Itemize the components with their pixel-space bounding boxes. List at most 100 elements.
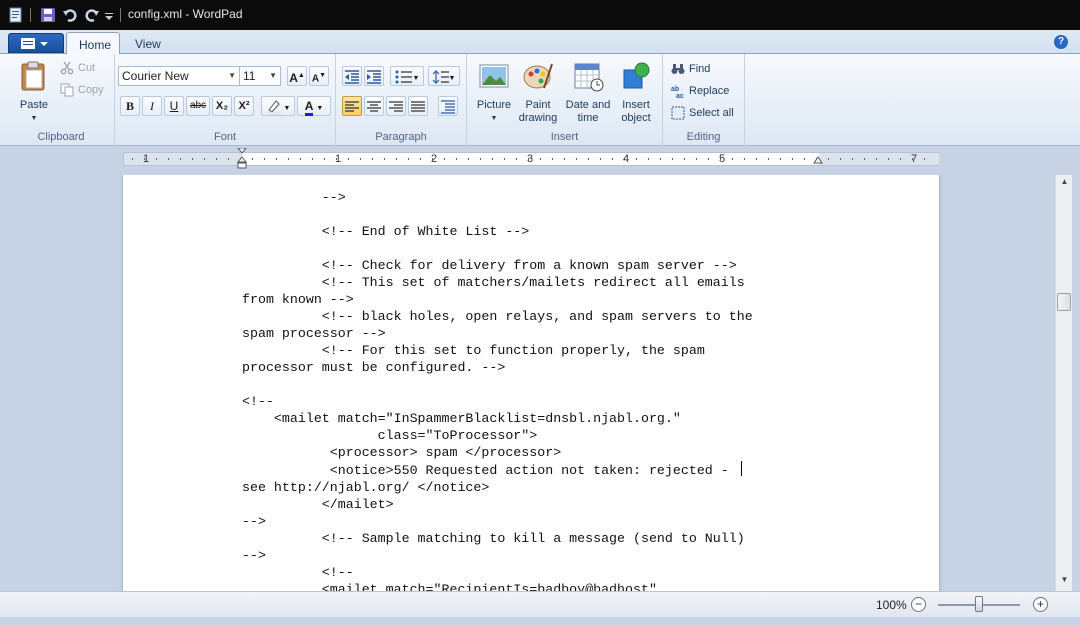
- scroll-thumb[interactable]: [1057, 293, 1071, 311]
- ruler-tick: [804, 158, 805, 160]
- document-line[interactable]: <processor> spam </processor>: [242, 444, 753, 461]
- bullets-button[interactable]: ▼: [390, 66, 424, 86]
- document-line[interactable]: from known -->: [242, 291, 753, 308]
- align-left-button[interactable]: [342, 96, 362, 116]
- scroll-up-arrow[interactable]: ▲: [1056, 177, 1073, 191]
- scroll-down-arrow[interactable]: ▼: [1056, 575, 1073, 589]
- window-bottom-edge: [0, 617, 1080, 625]
- document-line[interactable]: -->: [242, 513, 753, 530]
- wordpad-app-icon[interactable]: [8, 7, 24, 23]
- font-size-select[interactable]: 11 ▼: [239, 66, 281, 86]
- document-line[interactable]: <!-- Sample matching to kill a message (…: [242, 530, 753, 547]
- increase-indent-button[interactable]: [364, 66, 384, 86]
- document-line[interactable]: <!-- For this set to function properly, …: [242, 342, 753, 359]
- line-spacing-button[interactable]: ▼: [428, 66, 460, 86]
- paint-label-line2: drawing: [518, 112, 558, 124]
- zoom-slider-thumb[interactable]: [975, 596, 983, 612]
- document-line[interactable]: see http://njabl.org/ </notice>: [242, 479, 753, 496]
- document-page[interactable]: --> <!-- End of White List --> <!-- Chec…: [123, 175, 939, 591]
- redo-icon[interactable]: [84, 7, 100, 23]
- calendar-clock-icon: [574, 63, 604, 92]
- italic-button[interactable]: I: [142, 96, 162, 116]
- document-line[interactable]: </mailet>: [242, 496, 753, 513]
- paragraph-group: ▼ ▼ Paragraph: [336, 54, 467, 146]
- document-line[interactable]: <!-- Check for delivery from a known spa…: [242, 257, 753, 274]
- ruler-tick: [876, 158, 877, 160]
- paragraph-dialog-button[interactable]: [438, 96, 458, 116]
- document-line[interactable]: [242, 240, 753, 257]
- ruler-tick: [204, 158, 205, 160]
- paint-drawing-button[interactable]: Paint drawing: [517, 60, 559, 125]
- document-line[interactable]: processor must be configured. -->: [242, 359, 753, 376]
- ruler-tick: [708, 158, 709, 160]
- vertical-scrollbar[interactable]: ▲ ▼: [1055, 175, 1072, 591]
- qat-separator: [120, 8, 121, 22]
- font-family-select[interactable]: Courier New ▼: [118, 66, 240, 86]
- date-time-button[interactable]: Date and time: [563, 60, 613, 125]
- document-line[interactable]: <!-- This set of matchers/mailets redire…: [242, 274, 753, 291]
- insert-object-button[interactable]: Insert object: [615, 60, 657, 125]
- subscript-button[interactable]: X₂: [212, 96, 232, 116]
- document-line[interactable]: [242, 376, 753, 393]
- object-icon: [623, 62, 650, 89]
- align-right-button[interactable]: [386, 96, 406, 116]
- right-indent-marker[interactable]: [813, 156, 823, 166]
- bold-button[interactable]: B: [120, 96, 140, 116]
- zoom-level: 100%: [876, 598, 907, 612]
- select-all-button[interactable]: Select all: [671, 104, 734, 122]
- file-menu-icon: [21, 38, 48, 49]
- superscript-button[interactable]: X²: [234, 96, 254, 116]
- insert-picture-button[interactable]: Picture ▼: [473, 60, 515, 125]
- document-line[interactable]: <notice>550 Requested action not taken: …: [242, 461, 753, 479]
- justify-button[interactable]: [408, 96, 428, 116]
- ribbon: Paste ▼ Cut Copy Clipboard Courier New ▼ …: [0, 54, 1080, 146]
- document-line[interactable]: -->: [242, 189, 753, 206]
- underline-button[interactable]: U: [164, 96, 184, 116]
- strikethrough-button[interactable]: abc: [186, 96, 210, 116]
- paste-dropdown-arrow[interactable]: ▼: [16, 112, 52, 125]
- customize-qat-icon[interactable]: [104, 7, 114, 23]
- cut-button[interactable]: Cut: [60, 59, 95, 77]
- save-icon[interactable]: [40, 7, 56, 23]
- paste-label: Paste: [19, 99, 49, 111]
- ruler-number: 2: [431, 153, 438, 165]
- document-line[interactable]: -->: [242, 547, 753, 564]
- paste-button[interactable]: Paste ▼: [16, 60, 52, 125]
- grow-font-button[interactable]: A▲: [287, 66, 307, 86]
- find-button[interactable]: Find: [671, 60, 710, 78]
- file-menu-button[interactable]: [8, 33, 64, 53]
- copy-button[interactable]: Copy: [60, 81, 104, 99]
- picture-dropdown-arrow[interactable]: ▼: [473, 112, 515, 125]
- help-button[interactable]: ?: [1054, 35, 1068, 49]
- align-center-button[interactable]: [364, 96, 384, 116]
- zoom-in-button[interactable]: +: [1033, 597, 1048, 612]
- document-line[interactable]: <!-- black holes, open relays, and spam …: [242, 308, 753, 325]
- document-text[interactable]: --> <!-- End of White List --> <!-- Chec…: [242, 189, 753, 591]
- tab-view[interactable]: View: [123, 32, 173, 55]
- indent-marker[interactable]: [237, 148, 247, 170]
- font-family-value: Courier New: [122, 69, 189, 83]
- tab-home[interactable]: Home: [66, 32, 120, 55]
- document-line[interactable]: <!-- End of White List -->: [242, 223, 753, 240]
- shrink-font-icon: ▼: [319, 72, 327, 79]
- font-color-button[interactable]: A ▼: [297, 96, 331, 116]
- line-spacing-icon: [432, 69, 449, 84]
- ruler-tick: [300, 158, 301, 160]
- document-line[interactable]: [242, 206, 753, 223]
- document-line[interactable]: <mailet match="RecipientIs=badboy@badhos…: [242, 581, 753, 591]
- document-line[interactable]: <mailet match="InSpammerBlacklist=dnsbl.…: [242, 410, 753, 427]
- shrink-font-button[interactable]: A▼: [309, 66, 329, 86]
- ruler[interactable]: 1 1 2 3 4 5 7: [123, 148, 939, 169]
- ruler-tick: [348, 158, 349, 160]
- document-line[interactable]: <!--: [242, 393, 753, 410]
- document-line[interactable]: spam processor -->: [242, 325, 753, 342]
- undo-icon[interactable]: [62, 7, 78, 23]
- document-line[interactable]: <!--: [242, 564, 753, 581]
- document-line[interactable]: class="ToProcessor">: [242, 427, 753, 444]
- ruler-number: 1: [143, 153, 150, 165]
- decrease-indent-button[interactable]: [342, 66, 362, 86]
- zoom-out-button[interactable]: −: [911, 597, 926, 612]
- highlight-color-button[interactable]: ▼: [261, 96, 295, 116]
- ruler-tick: [468, 158, 469, 160]
- replace-button[interactable]: ab ac Replace: [671, 82, 729, 100]
